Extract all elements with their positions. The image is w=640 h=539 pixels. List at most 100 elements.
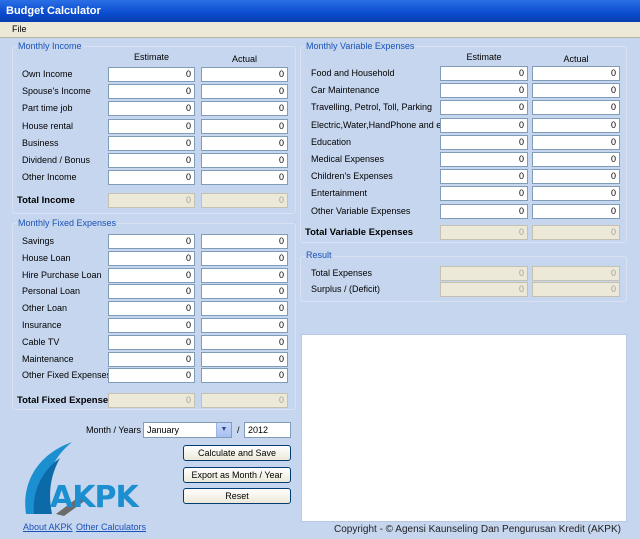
month-select[interactable]: January ▼ — [143, 422, 232, 438]
income-row-label: Dividend / Bonus — [22, 155, 91, 165]
income-actual-input[interactable]: 0 — [201, 118, 288, 134]
variable-actual-input[interactable]: 0 — [532, 186, 620, 202]
variable-estimate-input[interactable]: 0 — [440, 100, 528, 116]
variable-actual-input[interactable]: 0 — [532, 83, 620, 99]
total-income-estimate: 0 — [108, 193, 195, 208]
period-separator: / — [237, 425, 240, 435]
fixed-row-label: Cable TV — [22, 336, 60, 347]
variable-estimate-input[interactable]: 0 — [440, 203, 528, 219]
fixed-actual-input[interactable]: 0 — [201, 250, 288, 266]
fixed-actual-input[interactable]: 0 — [201, 284, 288, 300]
title-bar: Budget Calculator — [0, 0, 640, 22]
income-estimate-input[interactable]: 0 — [108, 84, 195, 100]
akpk-logo-text: AKPK — [50, 480, 139, 515]
variable-group-title: Monthly Variable Expenses — [305, 41, 416, 51]
fixed-group-title: Monthly Fixed Expenses — [17, 218, 118, 228]
income-actual-input[interactable]: 0 — [201, 101, 288, 117]
fixed-actual-input[interactable]: 0 — [201, 368, 288, 384]
fixed-estimate-input[interactable]: 0 — [108, 351, 195, 367]
fixed-actual-input[interactable]: 0 — [201, 351, 288, 367]
income-actual-input[interactable]: 0 — [201, 135, 288, 151]
total-expenses-estimate: 0 — [440, 266, 528, 281]
total-expenses-actual: 0 — [532, 266, 620, 281]
income-actual-header: Actual — [231, 54, 257, 64]
other-calculators-link[interactable]: Other Calculators — [76, 522, 146, 532]
income-actual-input[interactable]: 0 — [201, 153, 288, 168]
reset-button[interactable]: Reset — [183, 488, 291, 504]
variable-row-label: Car Maintenance — [311, 85, 380, 96]
income-row-label: Part time job — [22, 103, 73, 114]
variable-row-label: Education — [311, 136, 352, 147]
variable-row-label: Children's Expenses — [311, 171, 393, 182]
window-title: Budget Calculator — [6, 5, 101, 17]
surplus-label: Surplus / (Deficit) — [311, 284, 381, 294]
output-panel — [301, 334, 627, 522]
income-row-label: Business — [22, 137, 59, 148]
income-estimate-input[interactable]: 0 — [108, 153, 195, 168]
fixed-estimate-input[interactable]: 0 — [108, 368, 195, 384]
variable-estimate-input[interactable]: 0 — [440, 134, 528, 150]
income-estimate-header: Estimate — [133, 52, 169, 62]
variable-estimate-input[interactable]: 0 — [440, 152, 528, 167]
income-actual-input[interactable]: 0 — [201, 67, 288, 82]
akpk-logo: AKPK — [20, 436, 140, 516]
income-actual-input[interactable]: 0 — [201, 84, 288, 100]
total-income-label: Total Income — [17, 195, 75, 206]
fixed-actual-input[interactable]: 0 — [201, 301, 288, 317]
menu-file[interactable]: File — [12, 24, 27, 34]
total-expenses-label: Total Expenses — [311, 268, 373, 278]
export-button[interactable]: Export as Month / Year — [183, 467, 291, 483]
fixed-estimate-input[interactable]: 0 — [108, 334, 195, 350]
variable-estimate-header: Estimate — [466, 52, 502, 62]
copyright-text: Copyright - © Agensi Kaunseling Dan Peng… — [334, 524, 621, 535]
surplus-estimate: 0 — [440, 282, 528, 297]
variable-estimate-input[interactable]: 0 — [440, 66, 528, 81]
income-estimate-input[interactable]: 0 — [108, 118, 195, 134]
calculate-save-button[interactable]: Calculate and Save — [183, 445, 291, 461]
variable-actual-input[interactable]: 0 — [532, 203, 620, 219]
fixed-estimate-input[interactable]: 0 — [108, 284, 195, 300]
fixed-actual-input[interactable]: 0 — [201, 318, 288, 333]
fixed-estimate-input[interactable]: 0 — [108, 234, 195, 249]
fixed-estimate-input[interactable]: 0 — [108, 250, 195, 266]
variable-actual-input[interactable]: 0 — [532, 100, 620, 116]
fixed-actual-input[interactable]: 0 — [201, 234, 288, 249]
total-fixed-label: Total Fixed Expenses — [17, 395, 114, 406]
chevron-down-icon[interactable]: ▼ — [216, 423, 231, 437]
year-input[interactable]: 2012 — [244, 422, 291, 438]
menu-bar: File — [0, 22, 640, 38]
variable-row-label: Travelling, Petrol, Toll, Parking — [311, 102, 433, 113]
variable-actual-input[interactable]: 0 — [532, 66, 620, 81]
variable-estimate-input[interactable]: 0 — [440, 117, 528, 133]
fixed-row-label: Savings — [22, 236, 55, 246]
fixed-estimate-input[interactable]: 0 — [108, 301, 195, 317]
income-estimate-input[interactable]: 0 — [108, 101, 195, 117]
variable-estimate-input[interactable]: 0 — [440, 186, 528, 202]
fixed-row-label: Maintenance — [22, 353, 74, 364]
variable-actual-input[interactable]: 0 — [532, 152, 620, 167]
fixed-estimate-input[interactable]: 0 — [108, 318, 195, 333]
client-area: Monthly Income Estimate Actual Own Incom… — [0, 38, 640, 539]
income-row-label: Other Income — [22, 172, 77, 183]
variable-estimate-input[interactable]: 0 — [440, 83, 528, 99]
income-group-title: Monthly Income — [17, 41, 83, 51]
result-group-title: Result — [305, 250, 333, 260]
income-estimate-input[interactable]: 0 — [108, 170, 195, 186]
fixed-actual-input[interactable]: 0 — [201, 334, 288, 350]
income-actual-input[interactable]: 0 — [201, 170, 288, 186]
income-estimate-input[interactable]: 0 — [108, 67, 195, 82]
total-fixed-estimate: 0 — [108, 393, 195, 408]
variable-actual-input[interactable]: 0 — [532, 117, 620, 133]
variable-actual-input[interactable]: 0 — [532, 134, 620, 150]
variable-actual-input[interactable]: 0 — [532, 169, 620, 185]
income-row-label: Own Income — [22, 69, 73, 79]
variable-estimate-input[interactable]: 0 — [440, 169, 528, 185]
fixed-actual-input[interactable]: 0 — [201, 267, 288, 283]
fixed-row-label: Hire Purchase Loan — [22, 269, 102, 280]
about-akpk-link[interactable]: About AKPK — [23, 522, 73, 532]
income-estimate-input[interactable]: 0 — [108, 135, 195, 151]
variable-row-label: Electric,Water,HandPhone and etc — [311, 119, 449, 130]
total-income-actual: 0 — [201, 193, 288, 208]
fixed-estimate-input[interactable]: 0 — [108, 267, 195, 283]
fixed-row-label: House Loan — [22, 252, 71, 263]
